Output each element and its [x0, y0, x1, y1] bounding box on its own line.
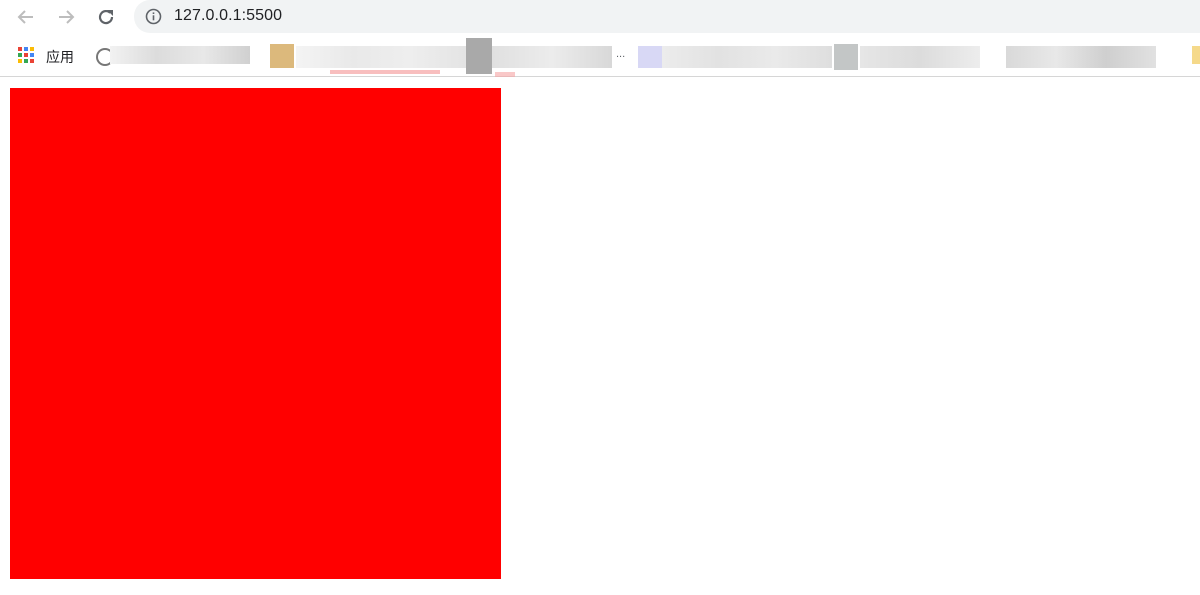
arrow-left-icon [17, 10, 33, 24]
forward-button[interactable] [54, 5, 78, 29]
red-box [10, 88, 501, 579]
reload-button[interactable] [94, 5, 118, 29]
apps-label[interactable]: 应用 [46, 47, 74, 67]
bookmarks-bar: 应用 ... [0, 34, 1200, 82]
reload-icon [98, 10, 114, 25]
info-icon[interactable] [145, 8, 162, 25]
back-button[interactable] [14, 5, 38, 29]
browser-toolbar: 127.0.0.1:5500 [0, 0, 1200, 34]
page-content [0, 77, 1200, 595]
apps-grid-icon[interactable] [18, 47, 34, 63]
arrow-right-icon [59, 10, 75, 24]
url-text[interactable]: 127.0.0.1:5500 [174, 7, 282, 25]
address-bar[interactable]: 127.0.0.1:5500 [134, 0, 1200, 33]
bookmarks-overflow-label[interactable]: ... [616, 48, 625, 60]
